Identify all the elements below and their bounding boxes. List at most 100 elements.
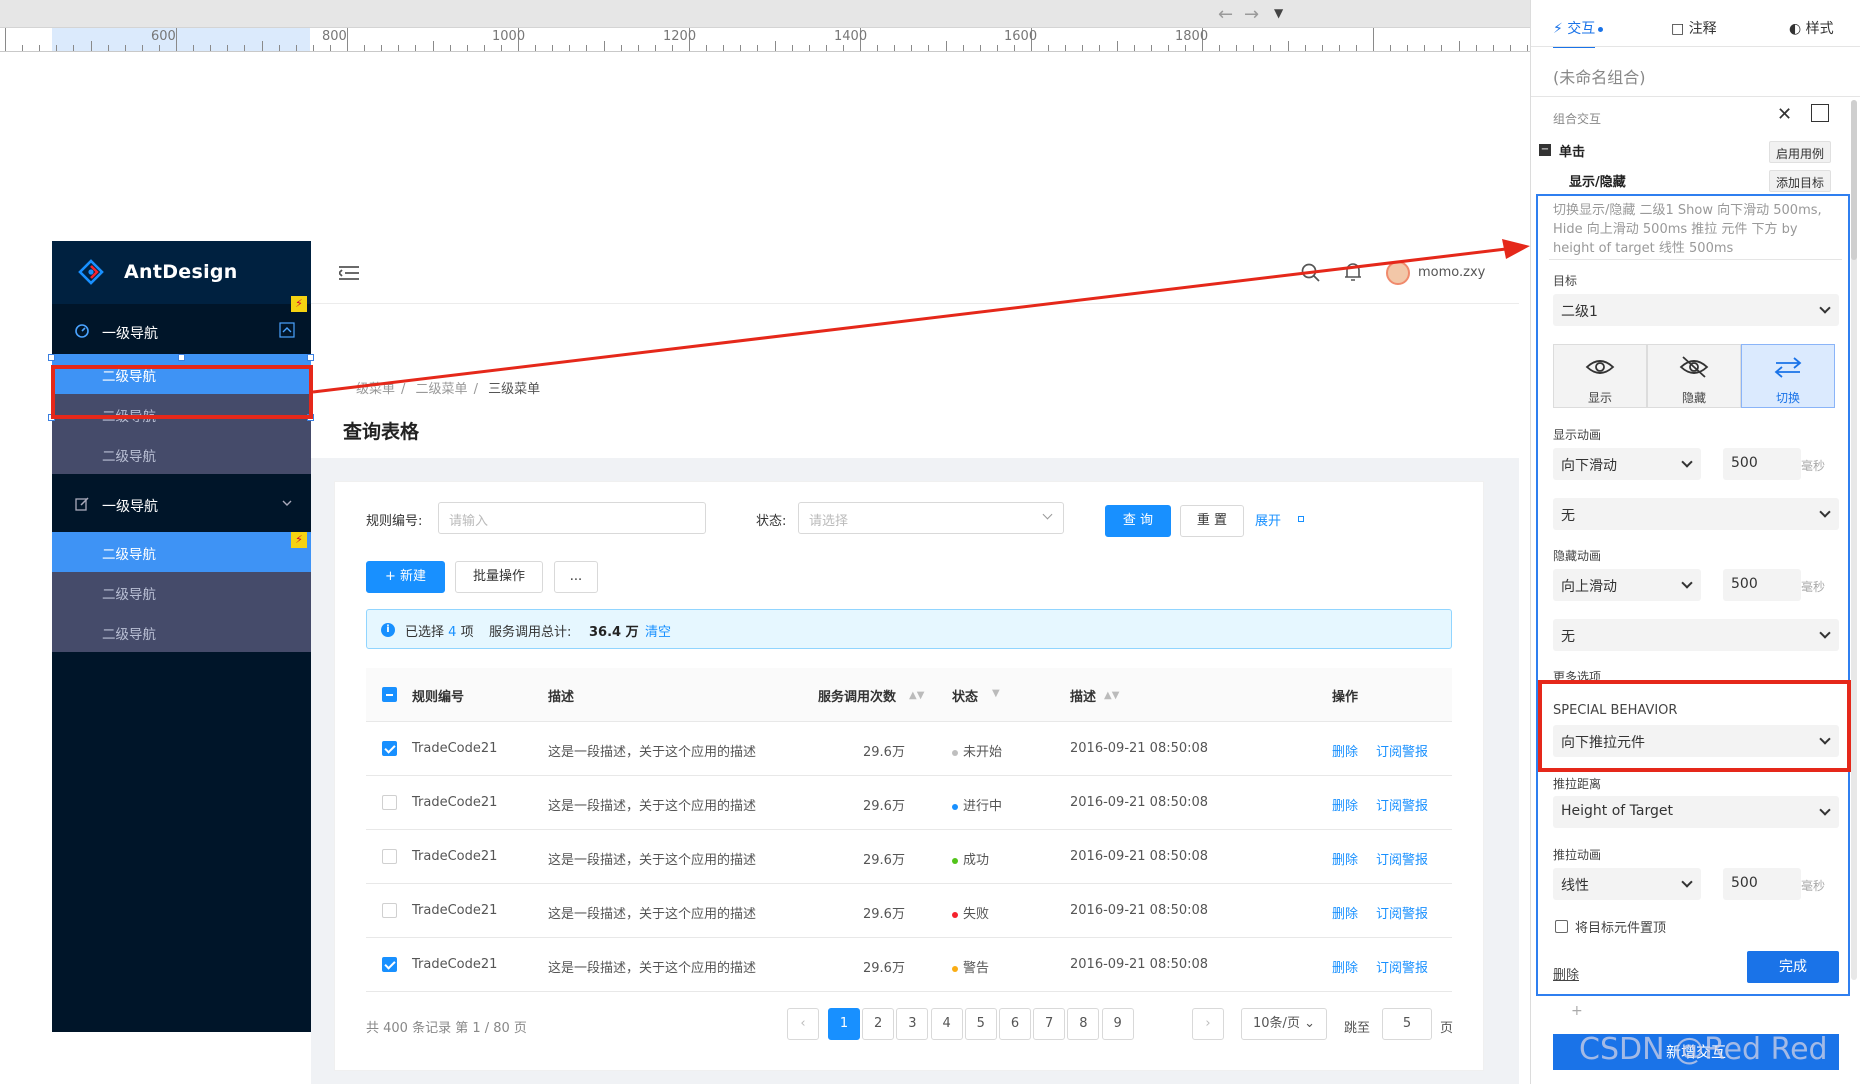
jump-page-input[interactable]: 5 — [1382, 1008, 1432, 1040]
table-row[interactable]: TradeCode21 这是一段描述，关于这个应用的描述 29.6万 失败 2016-0… — [366, 884, 1452, 938]
hide-extra-select[interactable]: 无 — [1553, 619, 1839, 651]
tab-notes[interactable]: □ 注释 — [1671, 18, 1717, 38]
delete-action-link[interactable]: 删除 — [1553, 964, 1579, 983]
breadcrumb-item[interactable]: 二级菜单 — [416, 382, 468, 397]
page-number-button[interactable]: 6 — [999, 1008, 1031, 1040]
add-target-button[interactable]: 添加目标 — [1769, 170, 1832, 192]
panel-scrollbar[interactable] — [1851, 100, 1857, 980]
sort-icon[interactable]: ▲▼ — [1104, 690, 1119, 701]
delete-link[interactable]: 删除 — [1332, 903, 1358, 922]
subscribe-alert-link[interactable]: 订阅警报 — [1376, 903, 1428, 922]
arrow-right-icon[interactable]: → — [1244, 4, 1259, 25]
mode-show-button[interactable]: 显示 — [1553, 344, 1647, 408]
column-header[interactable]: 服务调用次数 — [818, 686, 896, 705]
selection-handle[interactable] — [178, 354, 185, 361]
done-button[interactable]: 完成 — [1747, 951, 1839, 983]
page-number-button[interactable]: 7 — [1033, 1008, 1066, 1040]
sidebar-group-2[interactable]: 一级导航 — [52, 483, 311, 527]
column-header[interactable]: 状态 — [952, 686, 978, 705]
show-anim-select[interactable]: 向下滑动 — [1553, 448, 1701, 480]
hide-anim-select[interactable]: 向上滑动 — [1553, 569, 1701, 601]
new-button[interactable]: + 新建 — [366, 561, 445, 593]
show-anim-ms-input[interactable]: 500 — [1723, 448, 1801, 480]
caret-down-icon[interactable]: ▼ — [1274, 6, 1283, 20]
filter-icon[interactable]: ▼ — [992, 688, 1000, 699]
page-number-button[interactable]: 2 — [862, 1008, 895, 1040]
prev-page-button[interactable]: ‹ — [787, 1008, 819, 1040]
username[interactable]: momo.zxy — [1418, 265, 1485, 280]
subscribe-alert-link[interactable]: 订阅警报 — [1376, 957, 1428, 976]
bring-to-front-checkbox[interactable] — [1555, 920, 1568, 933]
row-checkbox[interactable] — [382, 849, 397, 864]
interaction-lightning-icon[interactable]: ⚡ — [291, 296, 307, 312]
hide-anim-ms-input[interactable]: 500 — [1723, 569, 1801, 601]
subscribe-alert-link[interactable]: 订阅警报 — [1376, 849, 1428, 868]
table-row[interactable]: TradeCode21 这是一段描述，关于这个应用的描述 29.6万 成功 2016-0… — [366, 830, 1452, 884]
add-case-icon[interactable]: + — [1571, 1003, 1583, 1019]
clear-link[interactable]: 清空 — [645, 621, 671, 640]
more-button[interactable]: ... — [554, 561, 598, 593]
delete-link[interactable]: 删除 — [1332, 957, 1358, 976]
breadcrumb-item[interactable]: 一级菜单 — [343, 382, 395, 397]
delete-link[interactable]: 删除 — [1332, 795, 1358, 814]
table-row[interactable]: TradeCode21 这是一段描述，关于这个应用的描述 29.6万 警告 2016-0… — [366, 938, 1452, 992]
page-number-button[interactable]: 9 — [1101, 1008, 1134, 1040]
selection-handle[interactable] — [307, 354, 314, 361]
push-anim-ms-input[interactable]: 500 — [1723, 868, 1801, 900]
sidebar-logo[interactable]: AntDesign — [52, 241, 311, 304]
sidebar-group-1[interactable]: 一级导航 — [52, 310, 311, 354]
query-button[interactable]: 查 询 — [1105, 505, 1171, 537]
delete-link[interactable]: 删除 — [1332, 849, 1358, 868]
chevron-down-icon[interactable] — [279, 495, 295, 511]
collapse-event-icon[interactable]: − — [1539, 144, 1551, 156]
delete-link[interactable]: 删除 — [1332, 741, 1358, 760]
target-select[interactable]: 二级1 — [1553, 294, 1839, 326]
next-page-button[interactable]: › — [1192, 1008, 1224, 1040]
row-checkbox[interactable] — [382, 741, 397, 756]
expand-link[interactable]: 展开 — [1255, 510, 1281, 529]
avatar[interactable] — [1386, 261, 1410, 285]
special-behavior-select[interactable]: 向下推拉元件 — [1553, 725, 1839, 757]
group-name[interactable]: (未命名组合) — [1553, 64, 1646, 88]
open-external-icon[interactable] — [1811, 104, 1829, 122]
bell-icon[interactable] — [1343, 261, 1363, 283]
enable-case-button[interactable]: 启用用例 — [1769, 141, 1832, 163]
interaction-lightning-icon[interactable]: ⚡ — [291, 532, 307, 548]
row-checkbox[interactable] — [382, 903, 397, 918]
batch-operation-button[interactable]: 批量操作 — [455, 561, 543, 593]
subscribe-alert-link[interactable]: 订阅警报 — [1376, 795, 1428, 814]
page-number-button[interactable]: 3 — [896, 1008, 929, 1040]
show-extra-select[interactable]: 无 — [1553, 498, 1839, 530]
status-select[interactable]: 请选择 — [798, 502, 1064, 534]
sidebar-item-sub[interactable]: 二级导航 — [52, 532, 311, 572]
page-number-button[interactable]: 5 — [964, 1008, 997, 1040]
menu-fold-icon[interactable] — [339, 265, 359, 281]
subscribe-alert-link[interactable]: 订阅警报 — [1376, 741, 1428, 760]
collapse-all-icon[interactable]: ✕ — [1777, 104, 1792, 125]
row-checkbox[interactable] — [382, 795, 397, 810]
table-row[interactable]: TradeCode21 这是一段描述，关于这个应用的描述 29.6万 未开始 2016-… — [366, 722, 1452, 776]
table-row[interactable]: TradeCode21 这是一段描述，关于这个应用的描述 29.6万 进行中 2016-… — [366, 776, 1452, 830]
sidebar-item-sub[interactable]: 二级导航 — [52, 612, 311, 652]
select-all-checkbox[interactable] — [382, 687, 397, 702]
mode-hide-button[interactable]: 隐藏 — [1647, 344, 1741, 408]
sidebar-item-sub[interactable]: 二级导航 — [52, 572, 311, 612]
page-number-button[interactable]: 8 — [1067, 1008, 1100, 1040]
push-anim-select[interactable]: 线性 — [1553, 868, 1701, 900]
push-distance-select[interactable]: Height of Target — [1553, 796, 1839, 828]
sidebar-item-sub[interactable]: 二级导航 — [52, 434, 311, 474]
page-number-button[interactable]: 4 — [930, 1008, 963, 1040]
selection-handle[interactable] — [48, 354, 55, 361]
expand-icon[interactable] — [1298, 516, 1304, 522]
column-header[interactable]: 描述 — [1070, 686, 1096, 705]
event-label[interactable]: 单击 — [1559, 141, 1585, 160]
sort-icon[interactable]: ▲▼ — [909, 690, 924, 701]
mode-toggle-button[interactable]: 切换 — [1741, 344, 1835, 408]
row-checkbox[interactable] — [382, 957, 397, 972]
arrow-left-icon[interactable]: ← — [1218, 4, 1233, 25]
rule-number-input[interactable]: 请输入 — [438, 502, 706, 534]
page-number-button[interactable]: 1 — [828, 1008, 860, 1040]
tab-interaction[interactable]: ⚡ 交互 — [1553, 18, 1604, 48]
reset-button[interactable]: 重 置 — [1180, 505, 1244, 537]
chevron-up-icon[interactable] — [279, 322, 295, 338]
